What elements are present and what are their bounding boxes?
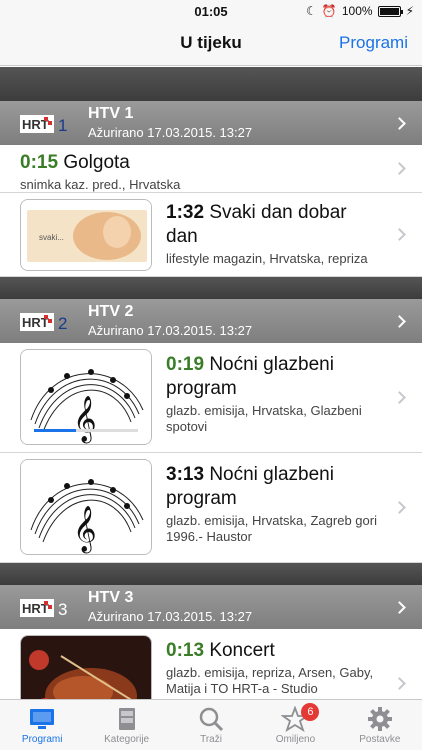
- svg-text:1: 1: [58, 116, 67, 135]
- channel-name: HTV 3: [88, 589, 134, 606]
- chevron-right-icon: [393, 315, 406, 328]
- favorites-badge: 6: [301, 703, 320, 721]
- channel-updated: Ažurirano 17.03.2015. 13:27: [88, 125, 253, 140]
- program-subtitle: glazb. emisija, repriza, Arsen, Gaby, Ma…: [166, 665, 374, 696]
- program-thumbnail: svaki...: [20, 199, 152, 271]
- program-row[interactable]: 𝄞 3:13 Noćni glazbeni program glazb. emi…: [0, 453, 422, 563]
- program-time: 0:13: [166, 640, 205, 661]
- hrt-logo-icon: HRT 3: [20, 599, 67, 619]
- channel-updated: Ažurirano 17.03.2015. 13:27: [88, 323, 253, 338]
- channel-name: HTV 1: [88, 105, 134, 122]
- program-row[interactable]: 𝄞 0:19 Noćni glazbeni program glazb. emi…: [0, 343, 422, 453]
- program-list[interactable]: HRT 1 HTV 1 Ažurirano 17.03.2015. 13:27 …: [0, 67, 422, 699]
- hrt-logo-icon: HRT 1: [20, 115, 67, 135]
- channel-updated: Ažurirano 17.03.2015. 13:27: [88, 609, 253, 624]
- channel-name: HTV 2: [88, 303, 134, 320]
- cabinet-icon: [118, 708, 135, 730]
- channel-header-htv3[interactable]: HRT 3 HTV 3 Ažurirano 17.03.2015. 13:27: [0, 585, 422, 629]
- program-time: 0:15: [20, 152, 59, 173]
- tab-omiljeno[interactable]: 6 Omiljeno: [253, 700, 337, 750]
- program-title: Golgota: [63, 152, 130, 173]
- chevron-right-icon: [393, 676, 406, 690]
- program-time: 0:19: [166, 354, 205, 375]
- program-time: 1:32: [166, 202, 205, 223]
- svg-text:𝄞: 𝄞: [73, 396, 97, 444]
- chevron-right-icon: [393, 161, 406, 175]
- chevron-right-icon: [393, 390, 406, 404]
- status-bar: 01:05 ☾ ⏰ 100% ⚡: [0, 0, 422, 22]
- gear-icon: [367, 707, 392, 731]
- program-row[interactable]: 0:13 Koncert glazb. emisija, repriza, Ar…: [0, 629, 422, 699]
- progress-bar: [34, 429, 138, 432]
- programs-button[interactable]: Programi: [339, 33, 408, 53]
- program-time: 3:13: [166, 464, 205, 485]
- search-icon: [199, 707, 224, 732]
- section-separator: [0, 67, 422, 101]
- svg-text:𝄞: 𝄞: [73, 506, 97, 554]
- section-separator: [0, 277, 422, 299]
- status-right: ☾ ⏰ 100% ⚡: [306, 4, 414, 18]
- program-subtitle: snimka kaz. pred., Hrvatska: [20, 177, 181, 192]
- tab-kategorije[interactable]: Kategorije: [84, 700, 168, 750]
- tab-postavke[interactable]: Postavke: [338, 700, 422, 750]
- section-separator: [0, 563, 422, 585]
- battery-percent: 100%: [341, 4, 373, 18]
- program-title: Koncert: [209, 640, 275, 661]
- tab-trazi[interactable]: Traži: [169, 700, 253, 750]
- tab-bar: Programi Kategorije Traži 6 Omiljeno Pos…: [0, 699, 422, 750]
- svg-text:svaki...: svaki...: [39, 233, 64, 242]
- program-thumbnail: 𝄞: [20, 459, 152, 555]
- svg-text:3: 3: [58, 600, 67, 619]
- channel-header-htv2[interactable]: HRT 2 HTV 2 Ažurirano 17.03.2015. 13:27: [0, 299, 422, 343]
- program-row[interactable]: 0:15 Golgota snimka kaz. pred., Hrvatska: [0, 145, 422, 193]
- hrt-logo-icon: HRT 2: [20, 313, 67, 333]
- program-thumbnail: [20, 635, 152, 699]
- program-subtitle: glazb. emisija, Hrvatska, Glazbeni spoto…: [166, 403, 362, 434]
- tab-programi[interactable]: Programi: [0, 700, 84, 750]
- nav-bar: U tijeku Programi: [0, 22, 422, 66]
- alarm-icon: ⏰: [321, 4, 337, 18]
- moon-icon: ☾: [306, 4, 317, 18]
- chevron-right-icon: [393, 601, 406, 614]
- chevron-right-icon: [393, 227, 406, 241]
- charging-icon: ⚡: [405, 4, 414, 18]
- program-row[interactable]: svaki... 1:32 Svaki dan dobar dan lifest…: [0, 193, 422, 277]
- program-subtitle: lifestyle magazin, Hrvatska, repriza: [166, 251, 368, 266]
- tv-icon: [30, 709, 55, 729]
- battery-icon: [377, 5, 403, 17]
- chevron-right-icon: [393, 500, 406, 514]
- program-subtitle: glazb. emisija, Hrvatska, Zagreb gori 19…: [166, 513, 377, 544]
- svg-text:2: 2: [58, 314, 67, 333]
- chevron-right-icon: [393, 117, 406, 130]
- channel-header-htv1[interactable]: HRT 1 HTV 1 Ažurirano 17.03.2015. 13:27: [0, 101, 422, 145]
